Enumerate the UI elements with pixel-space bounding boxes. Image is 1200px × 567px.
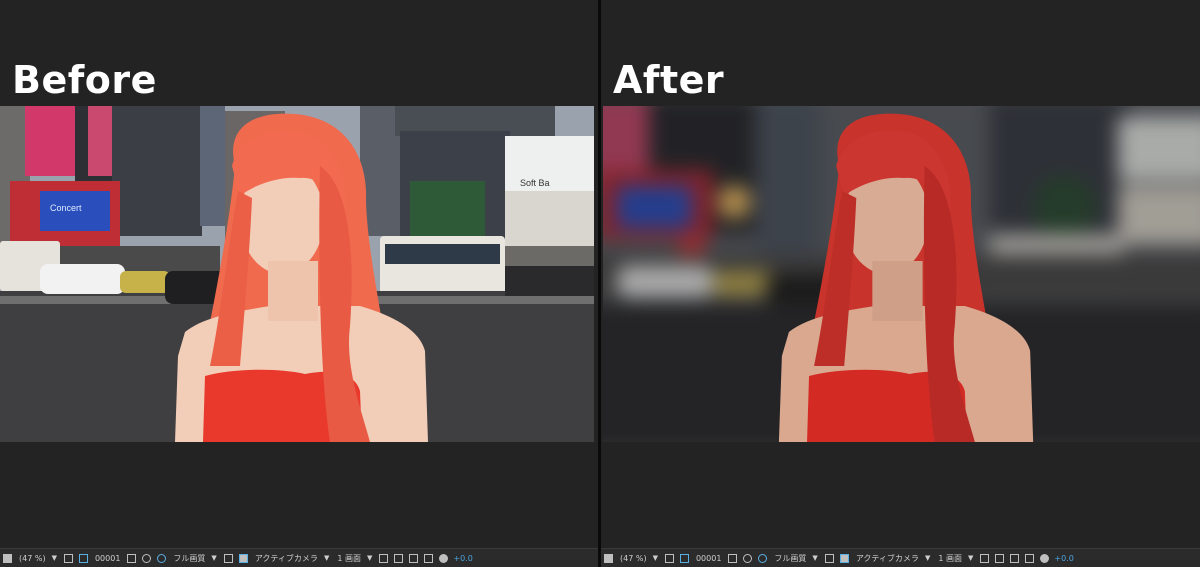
view-layout-select[interactable]: 1 画面 <box>337 553 361 564</box>
zoom-dropdown-caret-icon[interactable]: ▼ <box>52 554 57 562</box>
view-layout-select[interactable]: 1 画面 <box>938 553 962 564</box>
before-title: Before <box>12 58 157 102</box>
after-composition-panel: After (47 %) ▼ 00001 フル画質 ▼ アクティブカメラ ▼ 1… <box>601 0 1200 567</box>
after-viewer-statusbar: (47 %) ▼ 00001 フル画質 ▼ アクティブカメラ ▼ 1 画面 ▼ … <box>601 548 1200 567</box>
resolution-select[interactable]: フル画質 <box>173 553 205 564</box>
timeline-icon[interactable] <box>1010 553 1020 563</box>
color-channels-icon[interactable] <box>157 553 167 563</box>
pixel-aspect-icon[interactable] <box>980 553 990 563</box>
pixel-aspect-icon[interactable] <box>379 553 389 563</box>
camera-dropdown-caret-icon[interactable]: ▼ <box>925 554 930 562</box>
region-of-interest-icon[interactable] <box>3 553 12 563</box>
camera-dropdown-caret-icon[interactable]: ▼ <box>324 554 329 562</box>
resolution-dropdown-caret-icon[interactable]: ▼ <box>812 554 817 562</box>
zoom-level[interactable]: (47 %) <box>620 554 647 563</box>
color-channels-icon[interactable] <box>758 553 768 563</box>
resolution-dropdown-caret-icon[interactable]: ▼ <box>211 554 216 562</box>
current-frame[interactable]: 00001 <box>696 554 721 563</box>
exposure-value[interactable]: +0.0 <box>453 554 472 563</box>
transparency-grid-icon[interactable] <box>839 553 849 563</box>
before-viewer-statusbar: (47 %) ▼ 00001 フル画質 ▼ アクティブカメラ ▼ 1 画面 ▼ … <box>0 548 598 567</box>
show-snapshot-icon[interactable] <box>743 553 753 563</box>
safe-zones-icon[interactable] <box>664 553 674 563</box>
after-title: After <box>613 58 725 102</box>
before-composition-panel: Before Soft Ba Concert (47 %) ▼ 00001 フル… <box>0 0 598 567</box>
flowchart-icon[interactable] <box>424 553 434 563</box>
snapshot-camera-icon[interactable] <box>127 553 137 563</box>
region-of-interest-icon[interactable] <box>604 553 613 563</box>
current-frame[interactable]: 00001 <box>95 554 120 563</box>
camera-select[interactable]: アクティブカメラ <box>856 553 919 564</box>
flowchart-icon[interactable] <box>1025 553 1035 563</box>
resolution-select[interactable]: フル画質 <box>774 553 806 564</box>
camera-select[interactable]: アクティブカメラ <box>255 553 318 564</box>
transparency-grid-icon[interactable] <box>238 553 248 563</box>
zoom-dropdown-caret-icon[interactable]: ▼ <box>653 554 658 562</box>
snapshot-camera-icon[interactable] <box>728 553 738 563</box>
reset-exposure-icon[interactable] <box>1040 553 1050 563</box>
timeline-icon[interactable] <box>409 553 419 563</box>
show-snapshot-icon[interactable] <box>142 553 152 563</box>
grid-guides-icon[interactable] <box>78 553 88 563</box>
reset-exposure-icon[interactable] <box>439 553 449 563</box>
before-model-subject <box>0 106 594 442</box>
region-toggle-icon[interactable] <box>824 553 834 563</box>
safe-zones-icon[interactable] <box>63 553 73 563</box>
after-model-subject <box>603 106 1200 442</box>
fast-preview-icon[interactable] <box>995 553 1005 563</box>
after-viewer[interactable] <box>603 106 1200 442</box>
exposure-value[interactable]: +0.0 <box>1054 554 1073 563</box>
zoom-level[interactable]: (47 %) <box>19 554 46 563</box>
region-toggle-icon[interactable] <box>223 553 233 563</box>
before-viewer[interactable]: Soft Ba Concert <box>0 106 594 442</box>
view-layout-dropdown-caret-icon[interactable]: ▼ <box>367 554 372 562</box>
grid-guides-icon[interactable] <box>679 553 689 563</box>
fast-preview-icon[interactable] <box>394 553 404 563</box>
view-layout-dropdown-caret-icon[interactable]: ▼ <box>968 554 973 562</box>
